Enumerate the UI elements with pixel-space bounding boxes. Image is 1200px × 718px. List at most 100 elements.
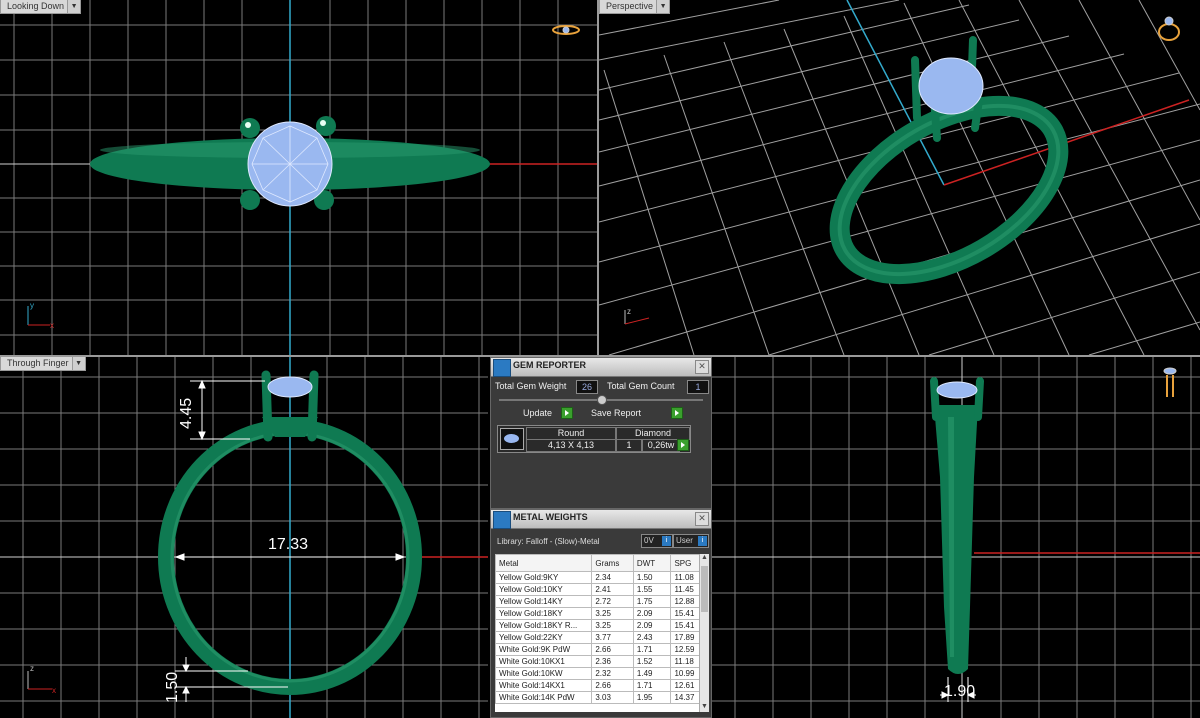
cell-spg: 15.41 — [670, 619, 699, 632]
column-header-grams[interactable]: Grams — [591, 554, 634, 572]
cell-metal: Yellow Gold:9KY — [495, 571, 593, 584]
table-row[interactable]: Yellow Gold:18KY 3.25 2.09 15.41 — [495, 607, 699, 620]
scroll-down-arrow-icon[interactable]: ▼ — [700, 703, 709, 712]
cell-dwt: 1.71 — [632, 643, 672, 656]
viewport-looking-down[interactable]: y x Looking Down ▼ — [0, 0, 597, 355]
cell-grams: 2.36 — [591, 655, 634, 668]
info-icon[interactable]: i — [662, 536, 671, 546]
cell-grams: 3.25 — [591, 607, 634, 620]
scroll-up-arrow-icon[interactable]: ▲ — [700, 554, 709, 563]
table-row[interactable]: Yellow Gold:10KY 2.41 1.55 11.45 — [495, 583, 699, 596]
cell-grams: 2.41 — [591, 583, 634, 596]
table-row[interactable]: Yellow Gold:22KY 3.77 2.43 17.89 — [495, 631, 699, 644]
gem-reporter-icon — [493, 359, 511, 377]
table-scrollbar[interactable]: ▲ ▼ — [699, 554, 709, 712]
viewport-label-through-finger[interactable]: Through Finger ▼ — [0, 357, 86, 371]
gem-count: 1 — [616, 439, 642, 452]
table-row[interactable]: White Gold:14K PdW 3.03 1.95 14.37 — [495, 691, 699, 704]
save-report-button[interactable]: Save Report — [591, 408, 641, 418]
viewport-side[interactable]: 1.90 — [712, 357, 1200, 718]
gem-weight: 0,26tw — [642, 439, 680, 452]
cell-spg: 12.61 — [670, 679, 699, 692]
btn-user[interactable]: User i — [673, 534, 709, 548]
cell-metal: Yellow Gold:22KY — [495, 631, 593, 644]
close-icon[interactable]: ✕ — [695, 360, 709, 374]
table-row[interactable]: White Gold:9K PdW 2.66 1.71 12.59 — [495, 643, 699, 656]
round-gem-icon — [500, 428, 524, 450]
btn-user-label: User — [676, 536, 693, 545]
column-header-spg[interactable]: SPG — [670, 554, 699, 572]
gem-reporter-header[interactable]: GEM REPORTER ✕ — [491, 358, 711, 377]
metal-weights-header[interactable]: METAL WEIGHTS ✕ — [491, 510, 711, 529]
cell-grams: 3.77 — [591, 631, 634, 644]
btn-0v[interactable]: 0V i — [641, 534, 673, 548]
cell-dwt: 1.55 — [632, 583, 672, 596]
info-icon[interactable]: i — [698, 536, 707, 546]
cell-dwt: 1.75 — [632, 595, 672, 608]
cell-metal: Yellow Gold:10KY — [495, 583, 593, 596]
cell-metal: White Gold:10KW — [495, 667, 593, 680]
side-view-canvas — [712, 357, 1200, 718]
total-gem-weight-value: 26 — [576, 380, 598, 394]
cell-grams: 3.25 — [591, 619, 634, 632]
cell-dwt: 2.43 — [632, 631, 672, 644]
table-row[interactable]: White Gold:10KX1 2.36 1.52 11.18 — [495, 655, 699, 668]
axis-indicator — [27, 671, 52, 690]
update-button[interactable]: Update — [523, 408, 552, 418]
dimension-band-width: 1.90 — [944, 683, 976, 700]
slider-handle[interactable] — [597, 395, 607, 405]
viewport-label-looking-down[interactable]: Looking Down ▼ — [0, 0, 82, 14]
close-icon[interactable]: ✕ — [695, 512, 709, 526]
cell-grams: 2.32 — [591, 667, 634, 680]
viewport-through-finger[interactable]: z x 4.45 17.33 1.50 Through Finger ▼ — [0, 357, 488, 718]
cell-dwt: 1.71 — [632, 679, 672, 692]
cell-dwt: 2.09 — [632, 607, 672, 620]
cell-metal: White Gold:10KX1 — [495, 655, 593, 668]
viewport-title: Through Finger — [7, 358, 69, 368]
table-row[interactable]: White Gold:14KX1 2.66 1.71 12.61 — [495, 679, 699, 692]
svg-text:x: x — [52, 686, 56, 695]
metal-weights-icon — [493, 511, 511, 529]
cell-spg: 14.37 — [670, 691, 699, 704]
gem-entry[interactable]: Round Diamond 4,13 X 4,13 1 0,26tw — [497, 425, 691, 453]
table-row[interactable]: Yellow Gold:9KY 2.34 1.50 11.08 — [495, 571, 699, 584]
metal-table-wrap: Metal Grams DWT SPG Yellow Gold:9KY 2.34 1… — [495, 554, 699, 712]
ring-side-thumbnail-icon — [1163, 367, 1177, 397]
table-row[interactable]: Yellow Gold:14KY 2.72 1.75 12.88 — [495, 595, 699, 608]
chevron-down-icon[interactable]: ▼ — [656, 0, 670, 13]
cell-grams: 2.72 — [591, 595, 634, 608]
table-row[interactable]: White Gold:10KW 2.32 1.49 10.99 — [495, 667, 699, 680]
chevron-down-icon[interactable]: ▼ — [71, 357, 85, 370]
dimension-inner-diameter: 17.33 — [268, 536, 309, 553]
viewport-perspective[interactable]: z Perspective ▼ — [599, 0, 1200, 355]
cell-grams: 2.66 — [591, 679, 634, 692]
total-gem-count-label: Total Gem Count — [607, 381, 675, 391]
dimension-prong-height: 4.45 — [178, 397, 195, 429]
btn-0v-label: 0V — [644, 536, 654, 545]
top-view-canvas: y x — [0, 0, 597, 355]
cell-metal: Yellow Gold:18KY — [495, 607, 593, 620]
chevron-down-icon[interactable]: ▼ — [67, 0, 81, 13]
cell-metal: Yellow Gold:14KY — [495, 595, 593, 608]
viewport-divider-vertical — [597, 0, 599, 355]
save-report-go-icon[interactable] — [671, 407, 683, 419]
gem-size: 4,13 X 4,13 — [526, 439, 616, 452]
gem-entry-go-icon[interactable] — [677, 439, 689, 451]
cell-spg: 11.18 — [670, 655, 699, 668]
ring-band-side — [934, 405, 978, 674]
svg-text:z: z — [30, 664, 34, 673]
viewport-title: Looking Down — [7, 1, 65, 11]
library-label: Library: Falloff - (Slow)-Metal — [497, 537, 600, 546]
viewport-label-perspective[interactable]: Perspective ▼ — [599, 0, 671, 14]
scroll-thumb[interactable] — [701, 566, 708, 612]
ring-thumbnail-icon — [552, 25, 580, 35]
cell-dwt: 1.49 — [632, 667, 672, 680]
column-header-metal[interactable]: Metal — [495, 554, 593, 572]
cell-spg: 11.08 — [670, 571, 699, 584]
column-header-dwt[interactable]: DWT — [632, 554, 672, 572]
cell-dwt: 1.95 — [632, 691, 672, 704]
table-row[interactable]: Yellow Gold:18KY R... 3.25 2.09 15.41 — [495, 619, 699, 632]
update-go-icon[interactable] — [561, 407, 573, 419]
svg-text:z: z — [627, 307, 631, 316]
cell-dwt: 2.09 — [632, 619, 672, 632]
